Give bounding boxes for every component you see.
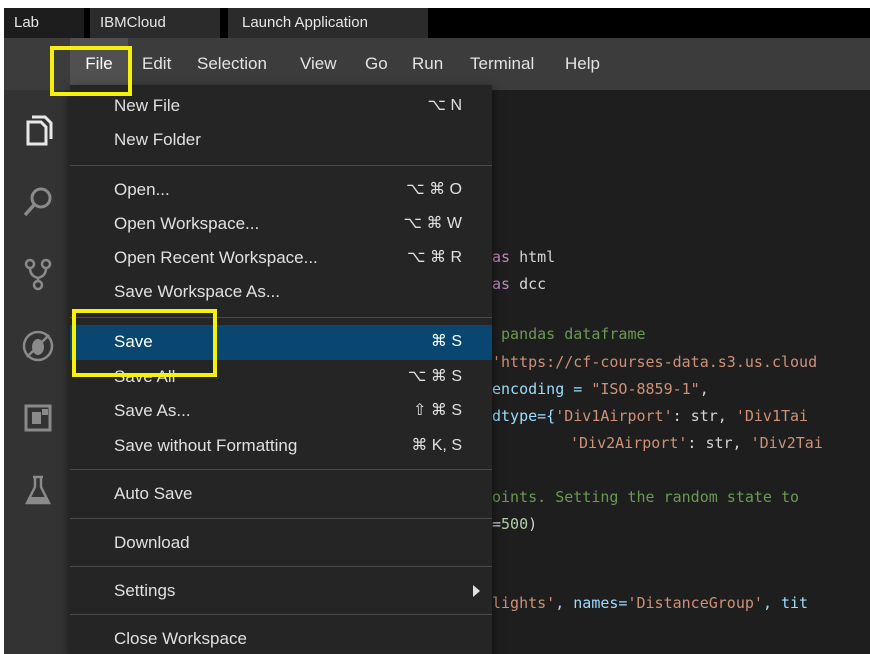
menu-help[interactable]: Help [565,38,600,90]
menu-divider [70,614,492,615]
menu-item-download[interactable]: Download [70,526,492,560]
tab-launch-application[interactable]: Launch Application [228,8,428,38]
menu-divider [70,566,492,567]
menu-divider [70,469,492,470]
code-line: encoding = "ISO-8859-1", [492,380,709,398]
menu-item-auto-save[interactable]: Auto Save [70,477,492,511]
menu-item-save-without-formatting[interactable]: Save without Formatting ⌘ K, S [70,429,492,463]
code-line: as html [492,248,556,266]
code-line: 'https://cf-courses-data.s3.us.cloud [492,353,818,371]
source-control-icon[interactable] [16,252,60,296]
browser-tab-strip: Lab IBMCloud Launch Application [4,8,870,38]
tab-ibmcloud[interactable]: IBMCloud [90,8,220,38]
menu-item-new-file[interactable]: New File ⌥ N [70,89,492,123]
lab-flask-icon[interactable] [16,468,60,512]
menubar: File Edit Selection View Go Run Terminal… [4,38,870,90]
activity-bar [4,90,72,654]
menu-go[interactable]: Go [365,38,388,90]
menu-item-save-as[interactable]: Save As... ⇧ ⌘ S [70,394,492,428]
menu-item-new-folder[interactable]: New Folder [70,123,492,157]
submenu-arrow-icon [473,585,480,597]
highlight-box-file [50,46,132,96]
menu-item-save-workspace-as[interactable]: Save Workspace As... [70,275,492,309]
code-line: lights', names='DistanceGroup', tit [492,594,809,612]
code-line: oints. Setting the random state to [492,488,809,506]
highlight-box-save [72,309,217,377]
tab-lab[interactable]: Lab [4,8,84,38]
menu-divider [70,518,492,519]
menu-edit[interactable]: Edit [142,38,171,90]
menu-item-open-recent-workspace[interactable]: Open Recent Workspace... ⌥ ⌘ R [70,241,492,275]
code-line: dtype={'Div1Airport': str, 'Div1Tai [492,407,809,425]
menu-terminal[interactable]: Terminal [470,38,534,90]
menu-selection[interactable]: Selection [197,38,267,90]
code-line: =500) [492,515,538,533]
code-line: as dcc [492,275,547,293]
menu-view[interactable]: View [300,38,337,90]
explorer-icon[interactable] [16,108,60,152]
debug-icon[interactable] [16,324,60,368]
code-line: 'Div2Airport': str, 'Div2Tai [570,434,823,452]
extensions-icon[interactable] [16,396,60,440]
menu-item-open[interactable]: Open... ⌥ ⌘ O [70,173,492,207]
menu-divider [70,165,492,166]
menu-item-settings[interactable]: Settings [70,574,492,608]
menu-run[interactable]: Run [412,38,443,90]
search-icon[interactable] [16,180,60,224]
menu-item-close-workspace[interactable]: Close Workspace [70,622,492,654]
code-line: pandas dataframe [492,325,646,343]
menu-item-open-workspace[interactable]: Open Workspace... ⌥ ⌘ W [70,207,492,241]
